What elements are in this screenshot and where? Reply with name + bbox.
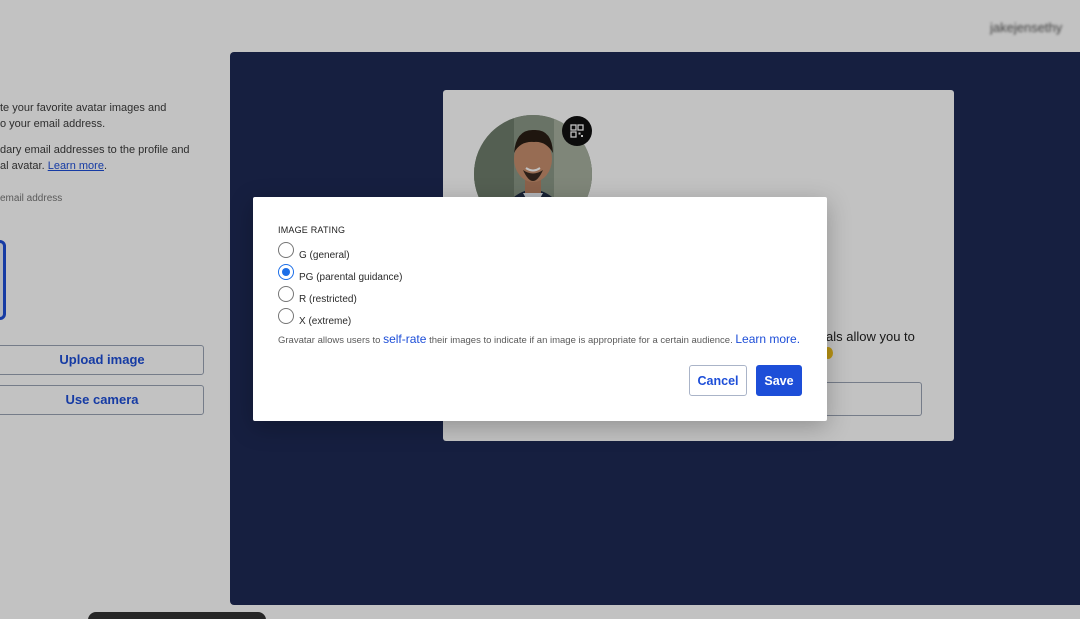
rating-label-pg: PG (parental guidance) (299, 271, 403, 283)
rating-explanation: Gravatar allows users to self-rate their… (278, 332, 800, 346)
radio-x[interactable] (278, 308, 294, 324)
note-prefix: Gravatar allows users to (278, 335, 384, 346)
rating-option-r[interactable]: R (restricted) (278, 285, 357, 305)
dialog-heading: IMAGE RATING (278, 225, 346, 235)
radio-pg[interactable] (278, 264, 294, 280)
self-rate-link[interactable]: self-rate (383, 332, 426, 346)
radio-r[interactable] (278, 286, 294, 302)
rating-label-g: G (general) (299, 249, 350, 261)
rating-option-g[interactable]: G (general) (278, 241, 350, 261)
rating-option-x[interactable]: X (extreme) (278, 307, 352, 327)
save-button[interactable]: Save (756, 365, 802, 396)
radio-g[interactable] (278, 242, 294, 258)
learn-more-link[interactable]: Learn more. (735, 332, 800, 346)
cancel-button[interactable]: Cancel (689, 365, 747, 396)
rating-label-x: X (extreme) (299, 315, 352, 327)
rating-option-pg[interactable]: PG (parental guidance) (278, 263, 403, 283)
image-rating-dialog: IMAGE RATING G (general) PG (parental gu… (253, 197, 827, 421)
note-middle: their images to indicate if an image is … (426, 335, 736, 346)
rating-label-r: R (restricted) (299, 293, 357, 305)
